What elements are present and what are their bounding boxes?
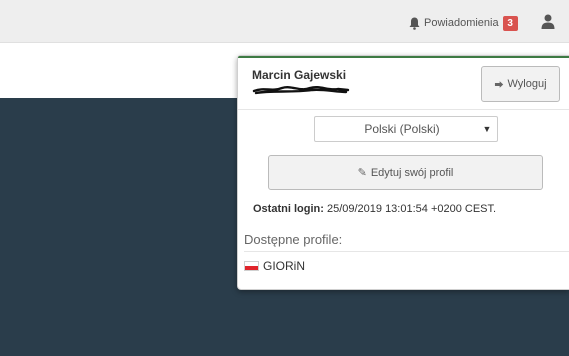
sign-out-icon: ⮕ <box>494 79 504 90</box>
notifications-label: Powiadomienia <box>424 17 499 29</box>
bell-icon <box>409 17 420 30</box>
profile-name: GIORiN <box>263 259 305 273</box>
poland-flag-icon <box>244 261 259 271</box>
language-select[interactable]: Polski (Polski) ▼ <box>314 116 498 142</box>
user-dropdown-panel: Marcin Gajewski ⮕ Wyloguj Polski (Polski… <box>237 55 569 290</box>
logout-button[interactable]: ⮕ Wyloguj <box>481 66 560 102</box>
edit-icon: ✎ <box>357 167 367 179</box>
notifications-count-badge: 3 <box>502 15 518 31</box>
last-login-label: Ostatni login: <box>253 203 324 215</box>
user-icon[interactable] <box>541 14 555 29</box>
notifications-link[interactable]: Powiadomienia 3 <box>409 14 518 32</box>
header-accent-line <box>238 56 569 58</box>
chevron-down-icon: ▼ <box>482 124 492 134</box>
user-panel-header: Marcin Gajewski ⮕ Wyloguj <box>238 56 569 110</box>
redacted-scribble <box>252 85 350 95</box>
edit-profile-label: Edytuj swój profil <box>370 166 454 179</box>
user-name: Marcin Gajewski <box>252 68 347 82</box>
last-login-info: Ostatni login: 25/09/2019 13:01:54 +0200… <box>253 203 563 215</box>
last-login-value: 25/09/2019 13:01:54 +0200 CEST. <box>326 203 497 215</box>
edit-profile-button[interactable]: ✎ Edytuj swój profil <box>268 155 543 190</box>
logout-label: Wyloguj <box>507 78 547 90</box>
language-selected-value: Polski (Polski) <box>364 122 440 136</box>
top-navbar: Powiadomienia 3 <box>0 0 569 43</box>
available-profiles-heading: Dostępne profile: <box>244 232 569 252</box>
profile-item[interactable]: GIORiN <box>244 259 305 273</box>
